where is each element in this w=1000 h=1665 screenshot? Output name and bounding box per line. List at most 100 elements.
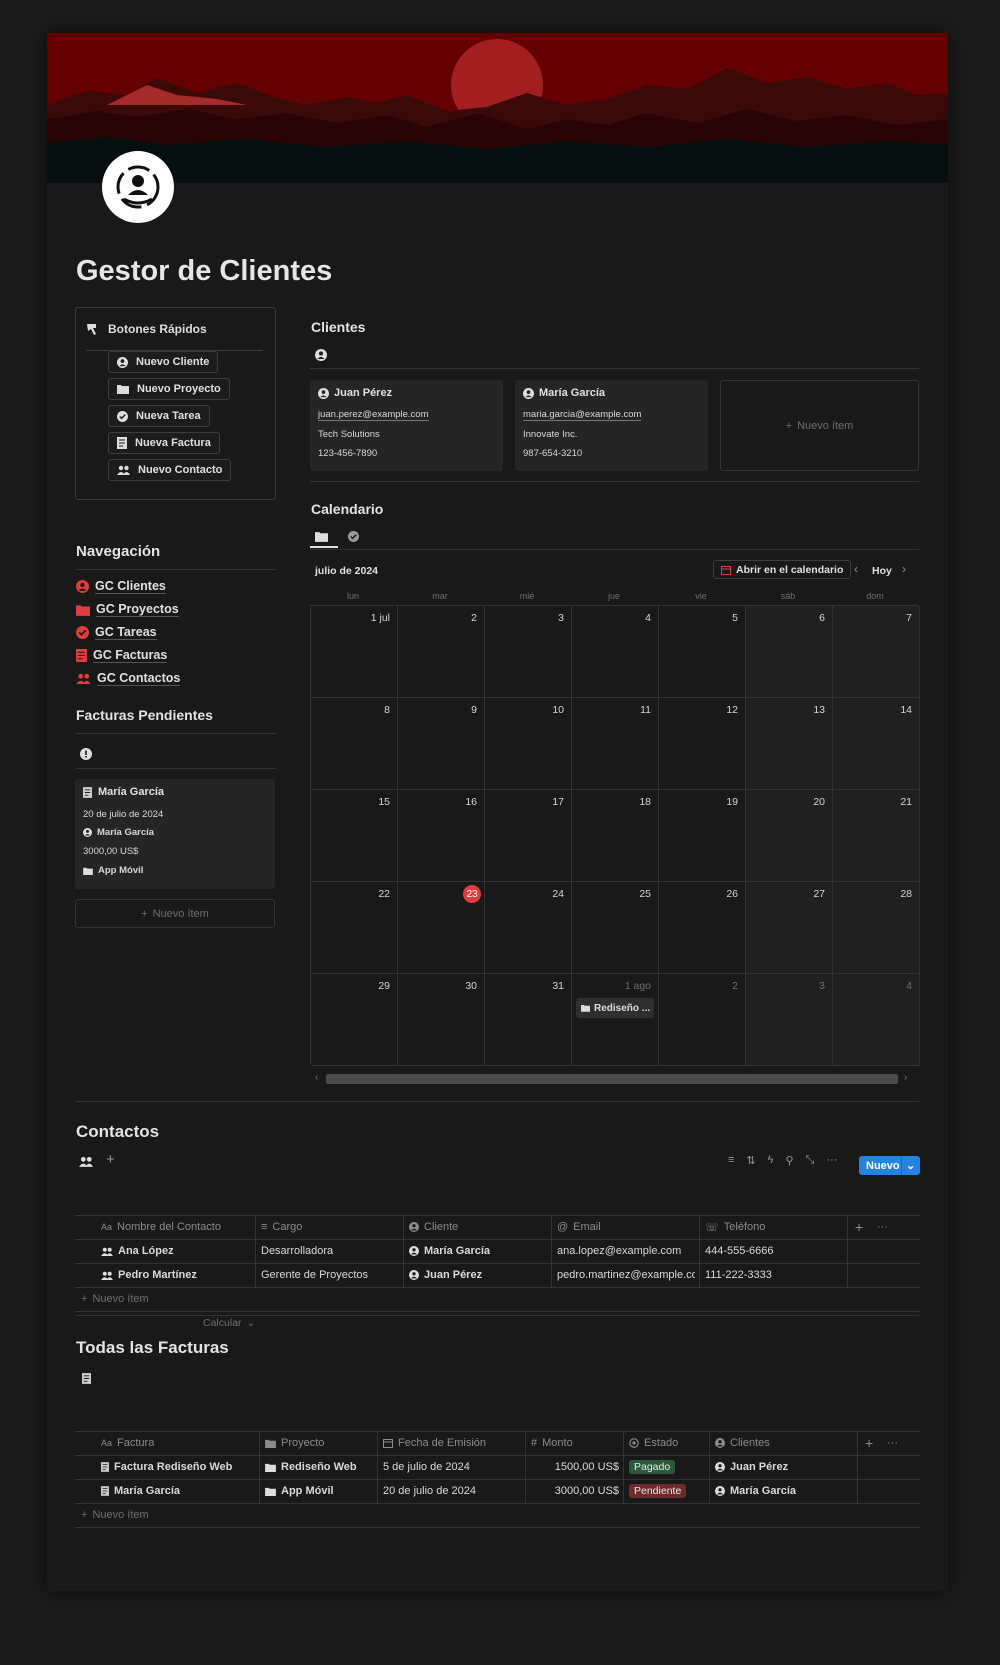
calendar-day-cell[interactable]: 7 xyxy=(833,606,920,698)
table-cell[interactable]: 111-222-3333 xyxy=(705,1263,843,1287)
filter-icon[interactable]: ≡ xyxy=(728,1154,734,1167)
column-header[interactable]: Cliente xyxy=(409,1215,458,1239)
table-cell[interactable]: ana.lopez@example.com xyxy=(557,1239,695,1263)
calendar-day-cell[interactable]: 8 xyxy=(311,698,398,790)
contacts-new-button[interactable]: Nuevo ⌄ xyxy=(859,1156,920,1175)
pending-invoice-card[interactable]: María García 20 de julio de 2024 María G… xyxy=(75,779,275,889)
nav-item-invoices[interactable]: GC Facturas xyxy=(76,648,168,663)
tab-projects-view[interactable] xyxy=(310,526,338,548)
nav-item-contacts[interactable]: GC Contactos xyxy=(76,671,181,686)
calendar-day-cell[interactable]: 30 xyxy=(398,974,485,1066)
invoice-icon[interactable] xyxy=(82,1373,91,1384)
calendar-day-cell[interactable]: 6 xyxy=(746,606,833,698)
automation-icon[interactable]: ϟ xyxy=(768,1154,774,1167)
calendar-day-cell[interactable]: 10 xyxy=(485,698,572,790)
calculate-button[interactable]: Calcular ⌄ xyxy=(203,1311,255,1335)
table-cell[interactable]: María García xyxy=(101,1479,275,1503)
column-header[interactable]: Estado xyxy=(629,1431,678,1455)
calendar-day-cell[interactable]: 4 xyxy=(833,974,920,1066)
more-icon[interactable]: ··· xyxy=(826,1154,837,1167)
column-header[interactable]: # Monto xyxy=(531,1431,573,1455)
table-cell[interactable]: Juan Pérez xyxy=(715,1455,853,1479)
page-icon[interactable] xyxy=(102,151,174,223)
client-card-juan[interactable]: Juan Pérez juan.perez@example.com Tech S… xyxy=(310,380,503,471)
expand-icon[interactable]: ⤡ xyxy=(806,1154,815,1167)
chevron-down-icon[interactable]: ⌄ xyxy=(901,1156,915,1175)
clients-new-item-button[interactable]: + Nuevo ítem xyxy=(720,380,919,471)
new-contact-button[interactable]: Nuevo Contacto xyxy=(108,459,232,481)
table-cell[interactable]: Rediseño Web xyxy=(265,1455,373,1479)
calendar-event[interactable]: Rediseño ... xyxy=(576,998,654,1018)
calendar-day-cell[interactable]: 22 xyxy=(311,882,398,974)
calendar-day-cell[interactable]: 13 xyxy=(746,698,833,790)
search-icon[interactable]: ⚲ xyxy=(785,1154,793,1167)
calendar-day-cell[interactable]: 20 xyxy=(746,790,833,882)
table-cell[interactable]: Desarrolladora xyxy=(261,1239,399,1263)
table-cell[interactable]: pedro.martinez@example.com xyxy=(557,1263,695,1287)
calendar-day-cell[interactable]: 26 xyxy=(659,882,746,974)
calendar-day-cell[interactable]: 21 xyxy=(833,790,920,882)
calendar-day-cell[interactable]: 3 xyxy=(746,974,833,1066)
calendar-day-cell[interactable]: 31 xyxy=(485,974,572,1066)
column-options-icon[interactable]: ··· xyxy=(877,1215,888,1239)
new-task-button[interactable]: Nueva Tarea xyxy=(108,405,210,427)
column-header[interactable]: Clientes xyxy=(715,1431,770,1455)
calendar-day-cell[interactable]: 17 xyxy=(485,790,572,882)
column-header[interactable]: Aa Nombre del Contacto xyxy=(101,1215,221,1239)
calendar-day-cell[interactable]: 16 xyxy=(398,790,485,882)
add-column-icon[interactable]: + xyxy=(865,1431,873,1455)
calendar-day-cell[interactable]: 2 xyxy=(659,974,746,1066)
scroll-right-icon[interactable]: › xyxy=(904,1072,907,1083)
table-cell[interactable]: Pedro Martínez xyxy=(101,1263,271,1287)
calendar-day-cell[interactable]: 1 ago Rediseño ... xyxy=(572,974,659,1066)
calendar-day-cell[interactable]: 29 xyxy=(311,974,398,1066)
nav-item-projects[interactable]: GC Proyectos xyxy=(76,602,179,617)
table-cell[interactable]: María García xyxy=(409,1239,547,1263)
calendar-day-cell[interactable]: 15 xyxy=(311,790,398,882)
nav-item-clients[interactable]: GC Clientes xyxy=(76,579,166,594)
calendar-day-cell[interactable]: 5 xyxy=(659,606,746,698)
calendar-day-cell[interactable]: 19 xyxy=(659,790,746,882)
table-new-item-button[interactable]: + Nuevo ítem xyxy=(81,1503,149,1527)
client-card-email[interactable]: juan.perez@example.com xyxy=(318,409,429,421)
new-client-button[interactable]: Nuevo Cliente xyxy=(108,351,219,373)
calendar-day-cell[interactable]: 11 xyxy=(572,698,659,790)
table-cell[interactable]: 1500,00 US$ xyxy=(531,1455,619,1479)
column-header[interactable]: ≡ Cargo xyxy=(261,1215,302,1239)
calendar-day-cell[interactable]: 18 xyxy=(572,790,659,882)
column-header[interactable]: ☏ Teléfono xyxy=(705,1215,765,1239)
table-cell[interactable]: Gerente de Proyectos xyxy=(261,1263,399,1287)
table-new-item-button[interactable]: + Nuevo ítem xyxy=(81,1287,149,1311)
column-header[interactable]: Proyecto xyxy=(265,1431,324,1455)
tab-tasks-view[interactable] xyxy=(343,526,367,548)
sort-icon[interactable]: ⇅ xyxy=(746,1154,755,1167)
alert-icon[interactable] xyxy=(80,748,92,760)
next-month-icon[interactable]: › xyxy=(902,562,906,576)
table-cell[interactable]: Ana López xyxy=(101,1239,271,1263)
person-circle-icon[interactable] xyxy=(315,349,327,361)
calendar-day-cell[interactable]: 24 xyxy=(485,882,572,974)
nav-item-tasks[interactable]: GC Tareas xyxy=(76,625,157,640)
client-card-maria[interactable]: María García maria.garcia@example.com In… xyxy=(515,380,708,471)
column-header[interactable]: Fecha de Emisión xyxy=(383,1431,486,1455)
client-card-email[interactable]: maria.garcia@example.com xyxy=(523,409,642,421)
table-cell[interactable]: 20 de julio de 2024 xyxy=(383,1479,521,1503)
calendar-day-cell[interactable]: 9 xyxy=(398,698,485,790)
scroll-left-icon[interactable]: ‹ xyxy=(315,1072,318,1083)
column-header[interactable]: Aa Factura xyxy=(101,1431,154,1455)
table-cell[interactable]: 444-555-6666 xyxy=(705,1239,843,1263)
calendar-day-cell[interactable]: 12 xyxy=(659,698,746,790)
table-cell[interactable]: Factura Rediseño Web xyxy=(101,1455,275,1479)
new-project-button[interactable]: Nuevo Proyecto xyxy=(108,378,230,400)
table-cell[interactable]: 3000,00 US$ xyxy=(531,1479,619,1503)
pending-new-item-button[interactable]: + Nuevo ítem xyxy=(75,899,275,928)
add-column-icon[interactable]: + xyxy=(855,1215,863,1239)
calendar-day-cell[interactable]: 1 jul xyxy=(311,606,398,698)
table-cell[interactable]: App Móvil xyxy=(265,1479,373,1503)
table-cell[interactable]: 5 de julio de 2024 xyxy=(383,1455,521,1479)
calendar-day-cell[interactable]: 3 xyxy=(485,606,572,698)
calendar-day-cell[interactable]: 25 xyxy=(572,882,659,974)
horizontal-scrollbar[interactable] xyxy=(326,1074,898,1084)
new-invoice-button[interactable]: Nueva Factura xyxy=(108,432,220,454)
open-in-calendar-button[interactable]: Abrir en el calendario xyxy=(713,560,852,579)
